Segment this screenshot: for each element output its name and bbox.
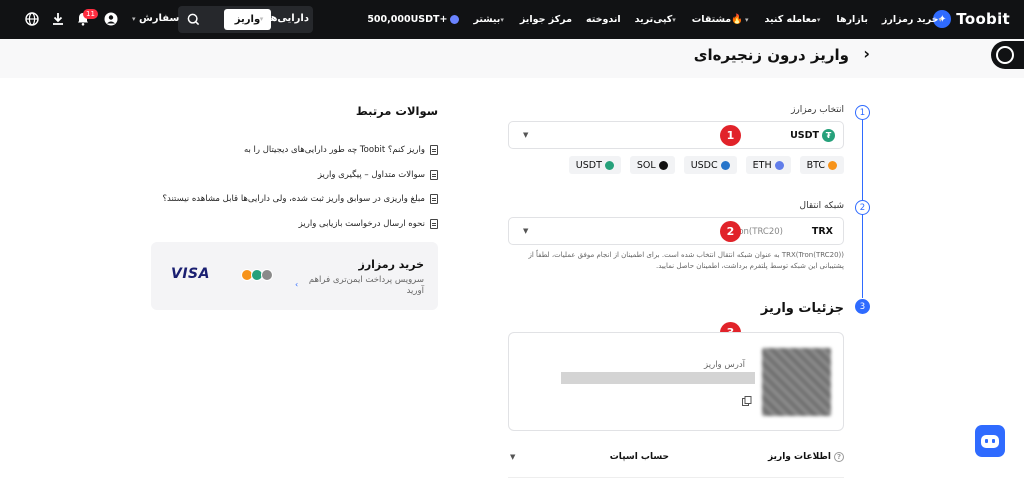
coin-select-label: انتخاب رمزارز bbox=[791, 105, 844, 115]
chevron-down-icon: ▾ bbox=[744, 15, 749, 24]
related-questions-list: چه طور دارایی‌های دیجیتال را به Toobit و… bbox=[138, 138, 438, 236]
nav-item-6[interactable]: مرکز جوایز bbox=[520, 14, 572, 25]
balance-display[interactable]: 500,000USDT+ bbox=[367, 14, 460, 25]
action-group: واریز ▾ دارایی‌ها bbox=[178, 6, 313, 33]
step-1-indicator: 1 bbox=[855, 105, 870, 120]
coin-select[interactable]: ₮ USDT ▼ bbox=[508, 121, 844, 149]
help-question-icon[interactable]: ? bbox=[834, 452, 844, 462]
qr-code-image bbox=[762, 348, 831, 416]
network-select-label: شبکه انتقال bbox=[799, 201, 844, 211]
quick-coin-chip[interactable]: USDC bbox=[683, 156, 737, 174]
page-header-bar bbox=[0, 39, 1024, 78]
quick-coin-chip[interactable]: BTC bbox=[799, 156, 844, 174]
nav-item-1[interactable]: بازارها bbox=[836, 14, 867, 25]
chevron-down-icon: ▾ bbox=[816, 15, 821, 24]
side-panel-toggle[interactable] bbox=[991, 41, 1024, 69]
chevron-down-icon: ▼ bbox=[523, 131, 529, 139]
chevron-down-icon[interactable]: ▼ bbox=[510, 453, 515, 461]
balance-coin-icon bbox=[450, 15, 460, 24]
globe-language-icon[interactable] bbox=[24, 11, 40, 27]
page-title: واریز درون زنجیره‌ای bbox=[693, 46, 849, 64]
orders-caret-icon: ▾ bbox=[132, 15, 136, 23]
document-icon bbox=[430, 145, 438, 156]
faq-item[interactable]: مبلغ واریزی در سوابق واریز ثبت شده، ولی … bbox=[138, 187, 438, 212]
visa-logo: VISA bbox=[171, 266, 210, 282]
coin-icon bbox=[828, 160, 837, 170]
assets-menu[interactable]: ▾ دارایی‌ها bbox=[260, 13, 309, 24]
chevron-down-icon: ▼ bbox=[523, 227, 529, 235]
notification-count-badge: 11 bbox=[83, 9, 98, 19]
robot-icon bbox=[981, 434, 999, 448]
buy-crypto-coin-icons bbox=[241, 269, 273, 281]
deposit-address-value-blurred bbox=[561, 372, 755, 384]
selected-coin-value: USDT bbox=[790, 130, 819, 141]
related-questions-title: سوالات مرتبط bbox=[355, 104, 438, 118]
chevron-down-icon: ▾ bbox=[500, 15, 504, 24]
copy-icon[interactable] bbox=[741, 395, 753, 407]
coin-icon bbox=[720, 160, 730, 170]
faq-item[interactable]: سوالات متداول – پیگیری واریز bbox=[138, 163, 438, 188]
buy-crypto-card[interactable]: خرید رمزارز سرویس پرداخت ایمن‌تری فراهم … bbox=[151, 242, 438, 310]
coin-icon bbox=[658, 160, 668, 170]
coin-icon bbox=[774, 160, 784, 170]
nav-item-7[interactable]: بیشتر ▾ bbox=[473, 14, 505, 25]
assets-caret-icon: ▾ bbox=[259, 15, 264, 23]
nav-item-4[interactable]: کپی‌ترید ▾ bbox=[635, 14, 678, 25]
faq-item[interactable]: چه طور دارایی‌های دیجیتال را به Toobit و… bbox=[138, 138, 438, 163]
nav-item-3[interactable]: مشتقات 🔥 ▾ bbox=[692, 14, 751, 25]
brand-name: Toobit bbox=[956, 10, 1010, 28]
chevron-down-icon: ▾ bbox=[938, 15, 942, 24]
toggle-eye-icon bbox=[996, 46, 1014, 64]
document-icon bbox=[430, 218, 438, 229]
back-chevron-icon[interactable]: › bbox=[863, 44, 870, 63]
nav-item-2[interactable]: معامله کنید ▾ bbox=[764, 14, 822, 25]
support-bot-button[interactable] bbox=[975, 425, 1005, 457]
buy-crypto-subtitle: سرویس پرداخت ایمن‌تری فراهم آورید bbox=[308, 275, 424, 296]
annotation-marker-1: 1 bbox=[720, 125, 741, 146]
search-icon[interactable] bbox=[185, 11, 202, 28]
faq-item[interactable]: نحوه ارسال درخواست بازیابی واریز bbox=[138, 212, 438, 237]
network-notice: TRX(Tron(TRC20)) به عنوان شبکه انتقال ان… bbox=[528, 251, 845, 270]
tether-coin-icon: ₮ bbox=[822, 129, 835, 142]
quick-coin-chip[interactable]: SOL bbox=[629, 156, 675, 174]
main-nav: خرید رمزارز ▾ بازارها معامله کنید ▾ مشتقات 🔥 ▾ ک… bbox=[367, 0, 944, 39]
nav-item-5[interactable]: اندوخته bbox=[586, 14, 621, 25]
top-navigation-bar: ✦ Toobit خرید رمزارز ▾ بازارها معامله کنید ▾… bbox=[0, 0, 1024, 39]
orders-menu[interactable]: ▾ سفارش bbox=[132, 13, 179, 24]
buy-crypto-title: خرید رمزارز bbox=[358, 258, 424, 271]
selected-network-value: TRX bbox=[811, 226, 833, 237]
deposit-address-label: آدرس واریز bbox=[704, 360, 745, 370]
document-icon bbox=[430, 194, 438, 205]
chevron-right-icon: ‹ bbox=[295, 280, 299, 289]
quick-coin-chip[interactable]: ETH bbox=[745, 156, 791, 174]
user-avatar-icon[interactable] bbox=[103, 11, 119, 27]
quick-coin-chips: BTC ETH USDC SOL USDT bbox=[568, 156, 844, 174]
divider bbox=[508, 477, 844, 478]
quick-coin-chip[interactable]: USDT bbox=[568, 156, 621, 174]
brand-logo[interactable]: ✦ Toobit bbox=[933, 10, 1010, 28]
coin-icon bbox=[604, 160, 614, 170]
deposit-account-select[interactable]: حساب اسپات bbox=[610, 452, 669, 462]
nav-item-0[interactable]: خرید رمزارز ▾ bbox=[882, 14, 944, 25]
annotation-marker-2: 2 bbox=[720, 221, 741, 242]
network-select[interactable]: TRX Tron(TRC20) ▼ bbox=[508, 217, 844, 245]
document-icon bbox=[430, 169, 438, 180]
chevron-down-icon: ▾ bbox=[672, 15, 676, 24]
step-3-indicator: 3 bbox=[855, 299, 870, 314]
step-2-indicator: 2 bbox=[855, 200, 870, 215]
download-icon[interactable] bbox=[50, 11, 66, 27]
deposit-details-title: جزئیات واریز bbox=[760, 301, 844, 316]
deposit-address-card: آدرس واریز bbox=[508, 332, 844, 431]
coin-icon bbox=[261, 269, 273, 281]
fire-icon: 🔥 bbox=[731, 14, 743, 25]
deposit-info-label: اطلاعات واریز ? bbox=[768, 452, 844, 462]
